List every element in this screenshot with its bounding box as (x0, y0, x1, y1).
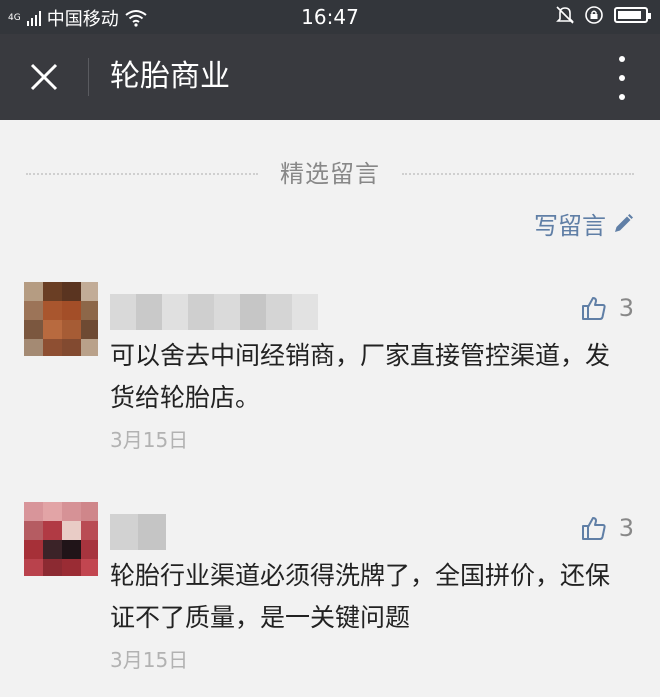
like-count: 3 (618, 514, 634, 542)
pencil-icon (615, 213, 633, 232)
comment-item: 3 可以舍去中间经销商，厂家直接管控渠道，发货给轮胎店。 3月15日 (0, 280, 660, 460)
divider-right (402, 173, 634, 175)
comment-item: 3 轮胎行业渠道必须得洗牌了，全国拼价，还保证不了质量，是一关键问题 3月15日 (0, 500, 660, 680)
comment-text: 可以舍去中间经销商，厂家直接管控渠道，发货给轮胎店。 (110, 341, 611, 412)
avatar (24, 502, 98, 576)
like-button[interactable]: 3 (581, 294, 634, 322)
mute-icon (556, 6, 574, 24)
nav-bar: 轮胎商业 (0, 34, 660, 120)
nickname-blurred (110, 294, 318, 330)
thumbs-up-icon (581, 297, 606, 320)
rotation-lock-icon (585, 6, 603, 24)
like-button[interactable]: 3 (581, 514, 634, 542)
thumbs-up-icon (581, 517, 606, 540)
comment-date: 3月15日 (110, 648, 189, 672)
comment-text: 轮胎行业渠道必须得洗牌了，全国拼价，还保证不了质量，是一关键问题 (110, 561, 611, 632)
write-comment-link[interactable]: 写留言 (534, 206, 634, 241)
page-title: 轮胎商业 (110, 59, 230, 94)
section-title: 精选留言 (280, 160, 380, 188)
section-header: 精选留言 (0, 150, 660, 190)
nickname-blurred (110, 514, 166, 550)
avatar (24, 282, 98, 356)
status-right (556, 5, 651, 25)
more-vertical-icon (619, 56, 625, 62)
battery-icon (614, 7, 651, 23)
close-icon (30, 63, 58, 91)
more-button[interactable] (612, 56, 632, 100)
status-bar: 4G 中国移动 16:47 (0, 0, 660, 34)
nav-divider (88, 58, 89, 96)
like-count: 3 (618, 294, 634, 322)
close-button[interactable] (20, 52, 68, 102)
write-comment-label: 写留言 (534, 212, 606, 240)
comment-date: 3月15日 (110, 428, 189, 452)
